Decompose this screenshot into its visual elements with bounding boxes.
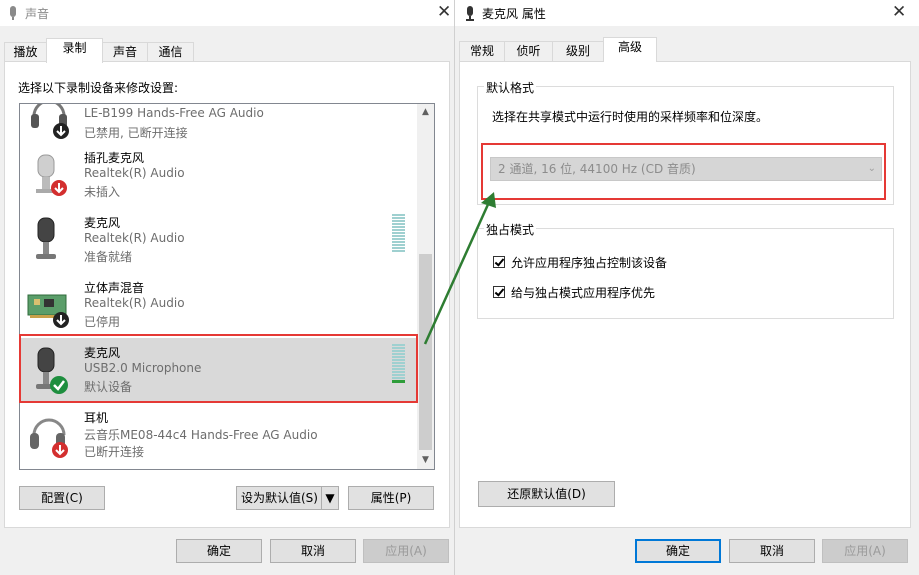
allow-exclusive-label: 允许应用程序独占控制该设备 xyxy=(511,256,668,270)
device-description: Realtek(R) Audio xyxy=(84,231,185,245)
tab-strip: 播放 录制 声音 通信 xyxy=(0,38,454,63)
device-description: 云音乐ME08-44c4 Hands-Free AG Audio xyxy=(84,428,318,442)
device-name: 麦克风 xyxy=(84,216,121,230)
headphones-icon xyxy=(30,418,68,458)
device-status: 已停用 xyxy=(84,315,121,329)
apply-button[interactable]: 应用(A) xyxy=(363,539,449,563)
format-select-value: 2 通道, 16 位, 44100 Hz (CD 音质) xyxy=(498,162,696,176)
title-bar: 声音 ✕ xyxy=(0,0,454,26)
list-item[interactable]: 耳机 云音乐ME08-44c4 Hands-Free AG Audio 已断开连… xyxy=(20,403,416,468)
default-format-label: 默认格式 xyxy=(484,79,537,96)
configure-button[interactable]: 配置(C) xyxy=(19,486,105,510)
device-status: 默认设备 xyxy=(84,380,133,394)
window-title: 声音 xyxy=(25,7,50,21)
properties-button[interactable]: 属性(P) xyxy=(348,486,434,510)
device-name: 耳机 xyxy=(84,411,109,425)
level-meter xyxy=(392,214,405,253)
exclusive-mode-group xyxy=(477,228,894,319)
list-item[interactable]: 麦克风 Realtek(R) Audio 准备就绪 xyxy=(20,208,416,273)
tab-listen[interactable]: 侦听 xyxy=(504,41,553,61)
exclusive-priority-checkbox[interactable] xyxy=(493,286,505,298)
close-icon[interactable]: ✕ xyxy=(892,2,906,22)
device-name: 麦克风 xyxy=(84,346,121,360)
sound-dialog: 声音 ✕ 播放 录制 声音 通信 选择以下录制设备来修改设置: LE-B199 … xyxy=(0,0,455,575)
list-item[interactable]: 插孔麦克风 Realtek(R) Audio 未插入 xyxy=(20,143,416,208)
list-item[interactable]: 立体声混音 Realtek(R) Audio 已停用 xyxy=(20,273,416,338)
apply-button[interactable]: 应用(A) xyxy=(822,539,908,563)
microphone-icon xyxy=(36,347,68,394)
title-bar: 麦克风 属性 ✕ xyxy=(455,0,919,26)
device-description: Realtek(R) Audio xyxy=(84,166,185,180)
tab-general[interactable]: 常规 xyxy=(459,41,505,61)
device-name: 插孔麦克风 xyxy=(84,151,145,165)
device-status: 已禁用, 已断开连接 xyxy=(84,126,188,140)
default-format-description: 选择在共享模式中运行时使用的采样频率和位深度。 xyxy=(492,110,769,124)
list-item-selected[interactable]: 麦克风 USB2.0 Microphone 默认设备 xyxy=(20,338,416,403)
ok-button[interactable]: 确定 xyxy=(176,539,262,563)
tab-communications[interactable]: 通信 xyxy=(147,42,194,62)
microphone-properties-dialog: 麦克风 属性 ✕ 常规 侦听 级别 高级 默认格式 选择在共享模式中运行时使用的… xyxy=(455,0,919,575)
device-list[interactable]: LE-B199 Hands-Free AG Audio 已禁用, 已断开连接 插… xyxy=(19,103,435,470)
microphone-app-icon xyxy=(466,6,474,21)
advanced-panel: 默认格式 选择在共享模式中运行时使用的采样频率和位深度。 2 通道, 16 位,… xyxy=(459,61,911,528)
scroll-thumb[interactable] xyxy=(419,254,432,450)
device-status: 已断开连接 xyxy=(84,445,145,459)
set-default-button[interactable]: 设为默认值(S) ▼ xyxy=(236,486,339,510)
scroll-down-icon[interactable]: ▼ xyxy=(417,452,434,469)
tab-advanced[interactable]: 高级 xyxy=(603,37,657,62)
ok-button[interactable]: 确定 xyxy=(635,539,721,563)
device-description: LE-B199 Hands-Free AG Audio xyxy=(84,106,264,120)
cancel-button[interactable]: 取消 xyxy=(270,539,356,563)
close-icon[interactable]: ✕ xyxy=(437,2,451,22)
headset-icon xyxy=(31,104,69,139)
format-select[interactable]: 2 通道, 16 位, 44100 Hz (CD 音质) ⌄ xyxy=(490,157,882,181)
sound-card-icon xyxy=(27,294,69,328)
instruction-text: 选择以下录制设备来修改设置: xyxy=(18,81,179,95)
tab-sounds[interactable]: 声音 xyxy=(102,42,148,62)
device-description: Realtek(R) Audio xyxy=(84,296,185,310)
allow-exclusive-checkbox[interactable] xyxy=(493,256,505,268)
restore-defaults-button[interactable]: 还原默认值(D) xyxy=(478,481,615,507)
level-meter xyxy=(392,344,405,384)
scroll-up-icon[interactable]: ▲ xyxy=(417,104,434,121)
device-description: USB2.0 Microphone xyxy=(84,361,202,375)
tab-playback[interactable]: 播放 xyxy=(4,42,47,62)
exclusive-priority-label: 给与独占模式应用程序优先 xyxy=(511,286,656,300)
tab-recording[interactable]: 录制 xyxy=(46,38,103,63)
device-status: 准备就绪 xyxy=(84,250,133,264)
speaker-app-icon xyxy=(10,6,16,20)
device-name: 立体声混音 xyxy=(84,281,145,295)
chevron-down-icon[interactable]: ▼ xyxy=(321,487,338,509)
microphone-icon xyxy=(36,217,56,259)
window-title: 麦克风 属性 xyxy=(482,7,546,21)
default-format-group xyxy=(477,86,894,205)
exclusive-mode-label: 独占模式 xyxy=(484,221,537,238)
vertical-scrollbar[interactable]: ▲ ▼ xyxy=(417,104,434,469)
tab-levels[interactable]: 级别 xyxy=(552,41,604,61)
cancel-button[interactable]: 取消 xyxy=(729,539,815,563)
device-status: 未插入 xyxy=(84,185,121,199)
microphone-jack-icon xyxy=(36,154,67,196)
chevron-down-icon: ⌄ xyxy=(867,163,876,174)
set-default-label: 设为默认值(S) xyxy=(241,491,318,505)
tab-strip: 常规 侦听 级别 高级 xyxy=(455,37,919,62)
